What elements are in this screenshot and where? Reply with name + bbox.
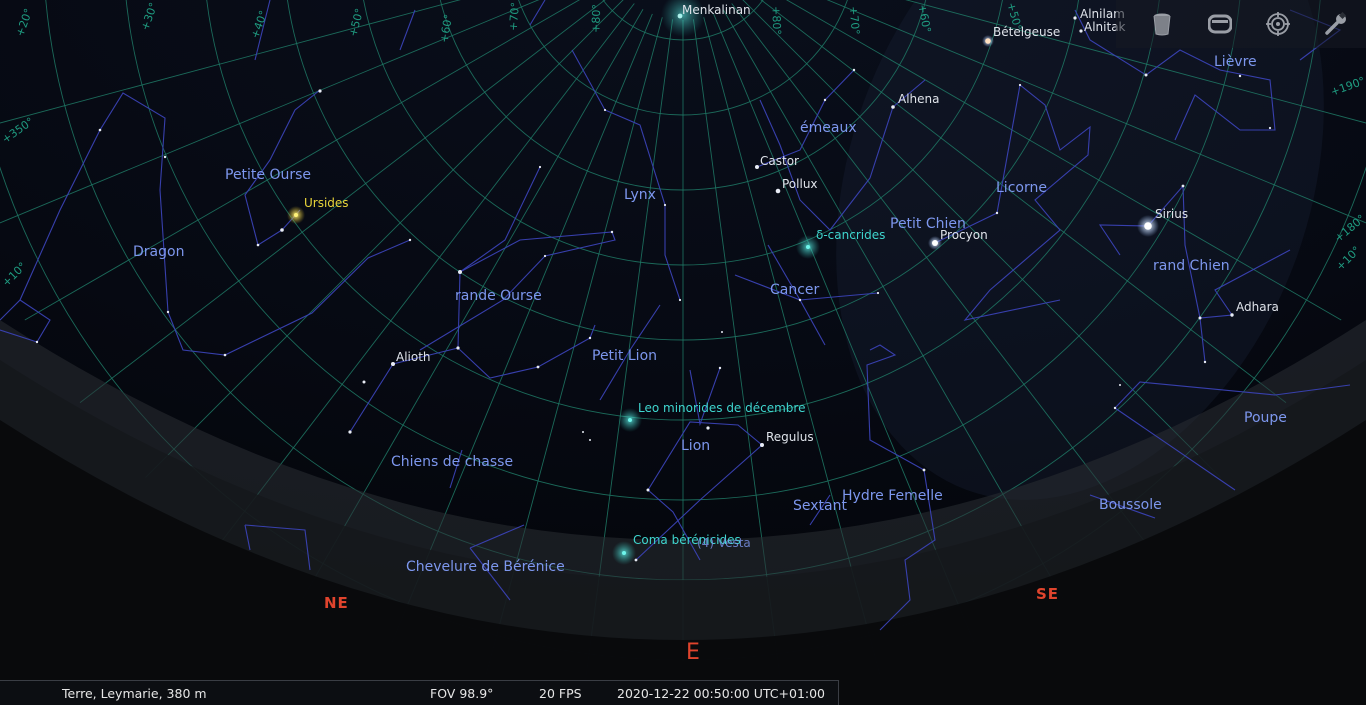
star-procyon[interactable]: Procyon xyxy=(940,228,988,242)
datetime-text[interactable]: 2020-12-22 00:50:00 UTC+01:00 xyxy=(617,686,825,701)
constellation-grand-chien[interactable]: rand Chien xyxy=(1153,258,1230,274)
meteor-delta-cancrides[interactable]: δ-cancrides xyxy=(816,228,885,242)
constellation-lievre[interactable]: Lièvre xyxy=(1214,54,1257,70)
constellation-dragon[interactable]: Dragon xyxy=(133,244,184,260)
constellation-hydre-femelle[interactable]: Hydre Femelle xyxy=(842,488,943,504)
toolbar xyxy=(1116,0,1366,48)
constellation-chiens-de-chasse[interactable]: Chiens de chasse xyxy=(391,454,513,470)
constellation-chevelure[interactable]: Chevelure de Bérénice xyxy=(406,559,565,575)
meteor-ursides[interactable]: Ursides xyxy=(304,196,349,210)
constellation-gemeaux[interactable]: émeaux xyxy=(800,120,857,136)
meteor-leo-minorides[interactable]: Leo minorides de décembre xyxy=(638,401,805,415)
constellation-boussole[interactable]: Boussole xyxy=(1099,497,1162,513)
cardinal-e: E xyxy=(686,640,701,665)
fov-text: FOV 98.9° xyxy=(430,686,494,701)
star-betelgeuse[interactable]: Bételgeuse xyxy=(993,25,1060,39)
star-regulus[interactable]: Regulus xyxy=(766,430,814,444)
star-adhara[interactable]: Adhara xyxy=(1236,300,1279,314)
asteroid-vesta[interactable]: (4) Vesta xyxy=(697,536,751,550)
constellation-petit-lion[interactable]: Petit Lion xyxy=(592,348,657,364)
constellation-grande-ourse[interactable]: rande Ourse xyxy=(455,288,542,304)
constellation-licorne[interactable]: Licorne xyxy=(996,180,1047,196)
star-sirius[interactable]: Sirius xyxy=(1155,207,1188,221)
window-icon[interactable] xyxy=(1206,10,1234,38)
grid-label: +80° xyxy=(769,5,784,36)
wrench-icon[interactable] xyxy=(1322,10,1350,38)
fps-text: 20 FPS xyxy=(539,686,582,701)
star-menkalinan[interactable]: Menkalinan xyxy=(682,3,751,17)
cardinal-se: SE xyxy=(1036,585,1060,603)
grid-label: +80° xyxy=(589,3,604,34)
star-alioth[interactable]: Alioth xyxy=(396,350,431,364)
grid-label: +70° xyxy=(846,5,863,36)
status-bar: Terre, Leymarie, 380 m FOV 98.9° 20 FPS … xyxy=(0,680,839,705)
cardinal-ne: NE xyxy=(324,594,349,612)
grid-label: +70° xyxy=(506,1,523,32)
trash-icon[interactable] xyxy=(1148,10,1176,38)
constellation-lion[interactable]: Lion xyxy=(681,438,710,454)
constellation-sextant[interactable]: Sextant xyxy=(793,498,847,514)
star-pollux[interactable]: Pollux xyxy=(782,177,818,191)
constellation-cancer[interactable]: Cancer xyxy=(770,282,819,298)
target-icon[interactable] xyxy=(1264,10,1292,38)
sky-view[interactable] xyxy=(0,0,1366,705)
constellation-lynx[interactable]: Lynx xyxy=(624,187,656,203)
star-castor[interactable]: Castor xyxy=(760,154,799,168)
star-alhena[interactable]: Alhena xyxy=(898,92,940,106)
location-text[interactable]: Terre, Leymarie, 380 m xyxy=(62,686,207,701)
constellation-poupe[interactable]: Poupe xyxy=(1244,410,1287,426)
constellation-petite-ourse[interactable]: Petite Ourse xyxy=(225,167,311,183)
